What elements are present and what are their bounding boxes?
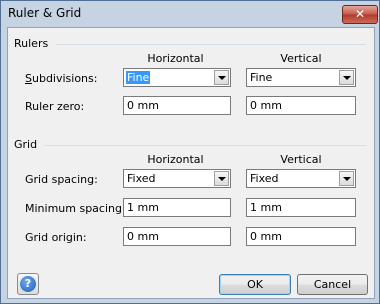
grid-divider <box>44 145 366 146</box>
subdivisions-horizontal-dropdown[interactable]: Fine <box>123 68 231 87</box>
ok-button[interactable]: OK <box>219 274 291 295</box>
grid-vertical-header: Vertical <box>280 153 322 166</box>
ruler-zero-horizontal-value: 0 mm <box>127 99 159 112</box>
cancel-button[interactable]: Cancel <box>297 274 368 295</box>
subdivisions-vertical-value: Fine <box>250 71 273 84</box>
subdivisions-horizontal-value: Fine <box>126 71 151 84</box>
grid-section-label: Grid <box>14 138 38 151</box>
minimum-spacing-vertical-input[interactable]: 1 mm <box>246 198 356 217</box>
grid-origin-label: Grid origin: <box>25 231 87 244</box>
close-icon: ✕ <box>354 7 366 21</box>
grid-origin-vertical-value: 0 mm <box>250 230 282 243</box>
close-button[interactable]: ✕ <box>342 5 378 24</box>
title-bar: Ruler & Grid ✕ <box>1 1 379 27</box>
chevron-down-icon[interactable] <box>214 70 229 85</box>
ruler-zero-label: Ruler zero: <box>25 100 85 113</box>
grid-origin-horizontal-value: 0 mm <box>127 230 159 243</box>
grid-spacing-vertical-dropdown[interactable]: Fixed <box>246 169 356 188</box>
grid-horizontal-header: Horizontal <box>147 153 204 166</box>
grid-origin-horizontal-input[interactable]: 0 mm <box>123 227 231 246</box>
ruler-zero-vertical-input[interactable]: 0 mm <box>246 96 356 115</box>
subdivisions-label: Subdivisions: <box>25 72 98 85</box>
minimum-spacing-label: Minimum spacing: <box>25 202 126 215</box>
grid-origin-vertical-input[interactable]: 0 mm <box>246 227 356 246</box>
minimum-spacing-vertical-value: 1 mm <box>250 201 282 214</box>
subdivisions-vertical-dropdown[interactable]: Fine <box>246 68 356 87</box>
chevron-down-icon[interactable] <box>214 171 229 186</box>
dialog-body: Rulers Horizontal Vertical Subdivisions:… <box>7 27 375 299</box>
help-button[interactable]: ? <box>17 273 39 295</box>
grid-spacing-horizontal-dropdown[interactable]: Fixed <box>123 169 231 188</box>
minimum-spacing-horizontal-value: 1 mm <box>127 201 159 214</box>
ruler-zero-vertical-value: 0 mm <box>250 99 282 112</box>
help-icon: ? <box>20 276 36 292</box>
rulers-vertical-header: Vertical <box>280 52 322 65</box>
grid-spacing-horizontal-value: Fixed <box>127 172 156 185</box>
dialog-title: Ruler & Grid <box>8 6 82 20</box>
rulers-horizontal-header: Horizontal <box>147 52 204 65</box>
grid-spacing-vertical-value: Fixed <box>250 172 279 185</box>
rulers-section-label: Rulers <box>14 37 49 50</box>
minimum-spacing-horizontal-input[interactable]: 1 mm <box>123 198 231 217</box>
ruler-zero-horizontal-input[interactable]: 0 mm <box>123 96 231 115</box>
chevron-down-icon[interactable] <box>339 171 354 186</box>
grid-spacing-label: Grid spacing: <box>25 173 98 186</box>
chevron-down-icon[interactable] <box>339 70 354 85</box>
rulers-divider <box>56 44 366 45</box>
ruler-grid-dialog: Ruler & Grid ✕ Rulers Horizontal Vertica… <box>0 0 380 304</box>
